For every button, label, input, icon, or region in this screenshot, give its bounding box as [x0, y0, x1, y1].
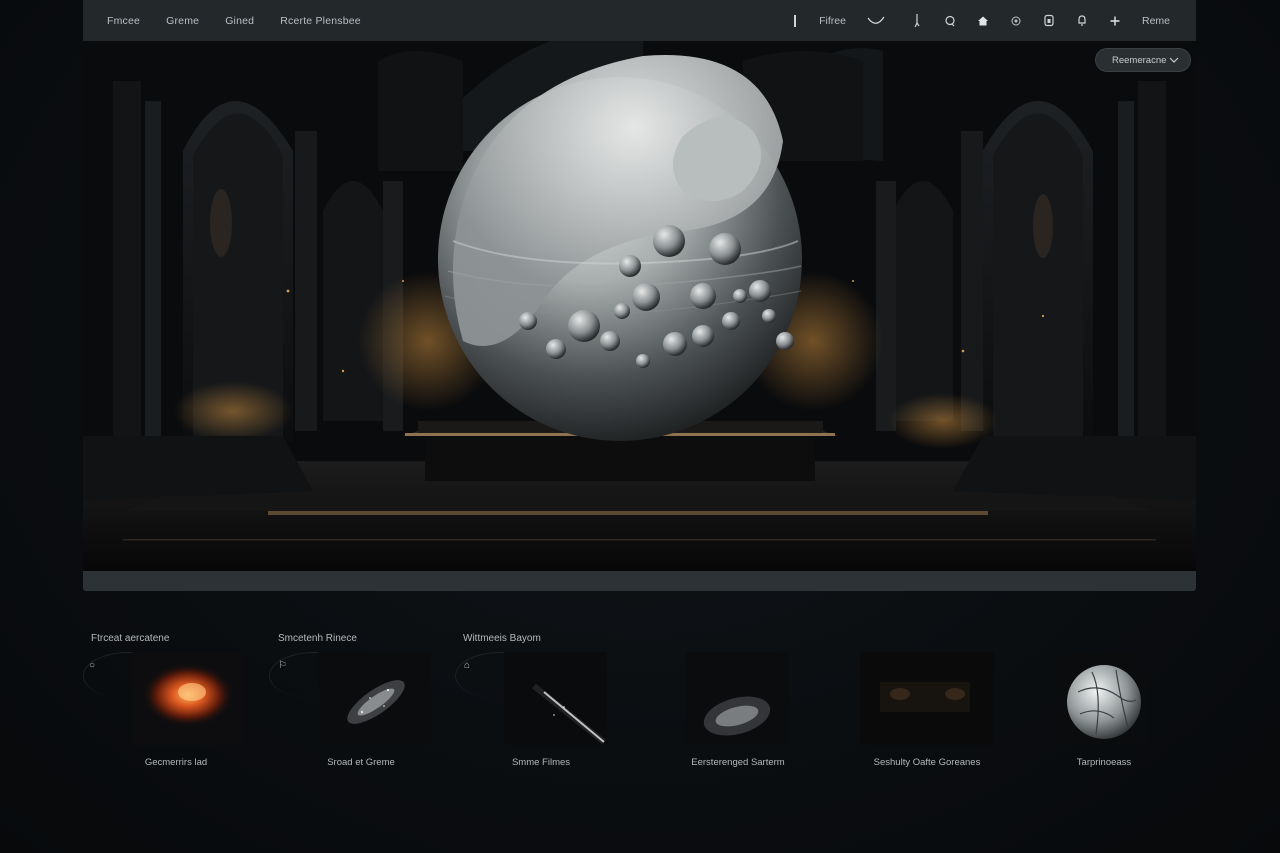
- toolbar: Fifree Reme: [778, 0, 1196, 41]
- nav-item-3[interactable]: Gined: [225, 15, 254, 27]
- circle-dot-icon[interactable]: [1000, 15, 1033, 27]
- section-title-1: Ftrceat aercatene: [91, 633, 170, 644]
- thumbnail-glass-sphere[interactable]: [1058, 652, 1146, 745]
- primary-nav: Fmcee Greme Gined Rcerte Plensbee: [107, 15, 387, 27]
- toolbar-label-1[interactable]: Fifree: [819, 15, 846, 27]
- plus-icon[interactable]: [1099, 15, 1132, 27]
- card-caption-4: Eersterenged Sarterm: [691, 757, 785, 768]
- card-caption-5: Seshulty Oafte Goreanes: [873, 757, 981, 768]
- particle-cloud-image: [318, 652, 431, 745]
- hero-scene-illustration: [83, 41, 1196, 571]
- horizontal-scrollbar[interactable]: [83, 571, 1196, 591]
- nav-item-1[interactable]: Fmcee: [107, 15, 140, 27]
- flag-icon: ⚐: [278, 660, 287, 671]
- card-caption-2: Sroad et Greme: [327, 757, 395, 768]
- divider-line-icon[interactable]: [778, 14, 811, 28]
- thumbnail-particle-cloud[interactable]: [318, 652, 431, 745]
- thumbnail-light-streak[interactable]: [504, 652, 607, 745]
- circle-icon: ○: [89, 660, 96, 671]
- view-dropdown[interactable]: Reemeracne: [1095, 48, 1191, 72]
- section-title-2: Smcetenh Rinece: [278, 633, 357, 644]
- bookmark-icon[interactable]: [1033, 14, 1066, 27]
- thumbnail-orange-nebula[interactable]: [132, 652, 245, 745]
- swoosh-icon[interactable]: [860, 15, 893, 27]
- chevron-down-icon: [1169, 57, 1179, 63]
- pen-icon[interactable]: [901, 13, 934, 29]
- top-navigation-bar: Fmcee Greme Gined Rcerte Plensbee Fifree: [83, 0, 1196, 41]
- card-caption-3: Smme Filmes: [511, 757, 571, 768]
- chat-icon[interactable]: [934, 15, 967, 27]
- dark-hall-image: [860, 652, 994, 745]
- dropdown-label: Reemeracne: [1112, 54, 1167, 66]
- light-streak-image: [504, 652, 607, 745]
- nav-item-4[interactable]: Rcerte Plensbee: [280, 15, 361, 27]
- section-title-3: Wittmeeis Bayom: [463, 633, 541, 644]
- lock-icon: ⌂: [464, 660, 471, 671]
- card-caption-1: Gecmerrirs lad: [144, 757, 208, 768]
- bell-icon[interactable]: [1066, 14, 1099, 27]
- glass-sphere-image: [1058, 652, 1146, 745]
- toolbar-label-2[interactable]: Reme: [1142, 15, 1170, 27]
- galaxy-disc-image: [685, 652, 789, 745]
- card-caption-6: Tarprinoeass: [1076, 757, 1132, 768]
- orange-nebula-image: [132, 652, 245, 745]
- thumbnail-dark-hall[interactable]: [860, 652, 994, 745]
- thumbnail-galaxy-disc[interactable]: [685, 652, 789, 745]
- home-icon[interactable]: [967, 15, 1000, 27]
- hero-artwork: Reemeracne: [83, 41, 1196, 571]
- nav-item-2[interactable]: Greme: [166, 15, 199, 27]
